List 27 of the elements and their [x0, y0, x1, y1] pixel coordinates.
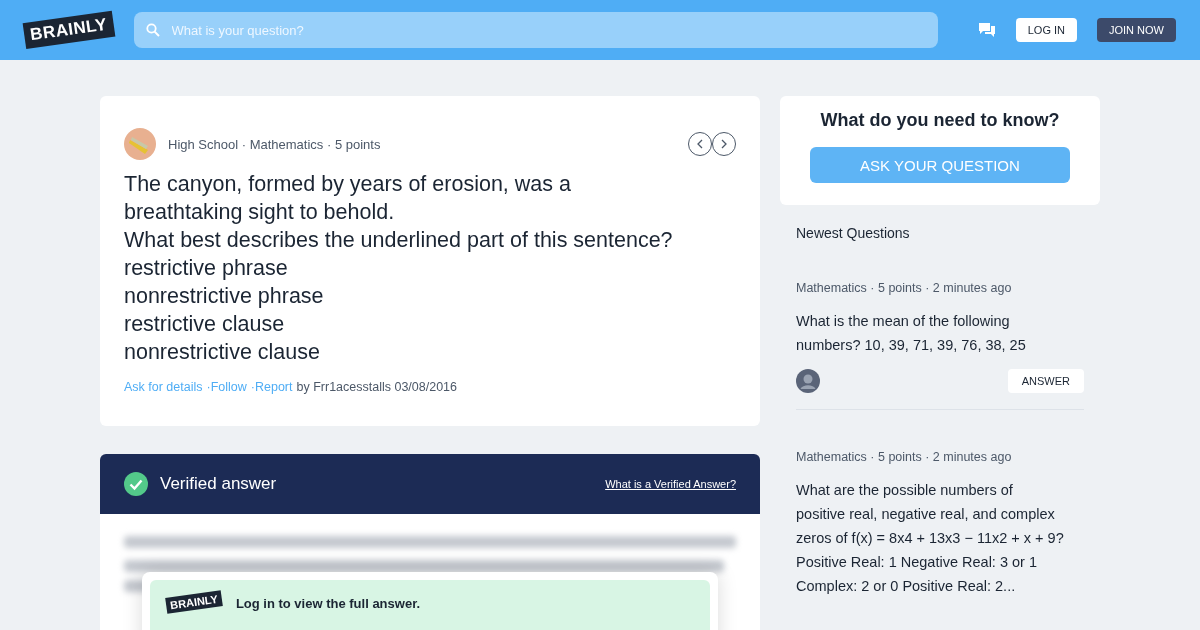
- log-in-button[interactable]: LOG IN: [1015, 18, 1077, 42]
- search-input[interactable]: What is your question?: [169, 21, 926, 39]
- previous-button[interactable]: [688, 132, 712, 156]
- join-now-button[interactable]: JOIN NOW: [1097, 18, 1176, 42]
- user-avatar-icon: [796, 369, 820, 393]
- verified-info-link[interactable]: What is a Verified Answer?: [605, 478, 736, 490]
- brainly-plus-logo: BRAINLY: [165, 590, 223, 614]
- question-meta: Mathematics · 5 points · 2 minutes ago: [796, 281, 1013, 295]
- answer-button[interactable]: ANSWER: [1007, 369, 1084, 393]
- question-meta: High School · Mathematics · 5 points: [168, 136, 381, 152]
- question-link[interactable]: What are the possible numbers of positive real, negative real, and complex zeros of f(x) = 8x4 + 13x3 − 11x2 + x + 9? Positive Real: 1 Negative Real: 3 or 1 Complex: 2 or 0 Positive Real: 2...: [796, 478, 1084, 598]
- question-link[interactable]: What is the mean of the following numbers? 10, 39, 71, 39, 76, 38, 25: [796, 309, 1084, 357]
- newest-questions-title: Newest Questions: [796, 225, 911, 241]
- search-field[interactable]: What is your question?: [133, 12, 938, 48]
- chevron-left-icon: [696, 139, 704, 149]
- ask-title: What do you need to know?: [820, 110, 1060, 131]
- avatar-icon: [124, 128, 156, 160]
- verified-title: Verified answer: [160, 474, 278, 494]
- author-date: by Frr1acesstalls 03/08/2016: [296, 380, 457, 394]
- question-text: The canyon, formed by years of erosion, was a breathtaking sight to behold. What best describes the underlined part of this sentence? restrictive phrase nonrestrictive phrase restrictive clause nonrestrictive clause: [124, 171, 674, 366]
- search-icon: [145, 23, 160, 37]
- question-meta: Mathematics · 5 points · 2 minutes ago: [796, 450, 1013, 464]
- next-button[interactable]: [712, 132, 736, 156]
- check-icon: [124, 472, 148, 496]
- login-prompt: Log in to view the full answer.: [235, 596, 421, 611]
- brainly-logo[interactable]: BRAINLY: [22, 10, 115, 50]
- chevron-right-icon: [720, 139, 728, 149]
